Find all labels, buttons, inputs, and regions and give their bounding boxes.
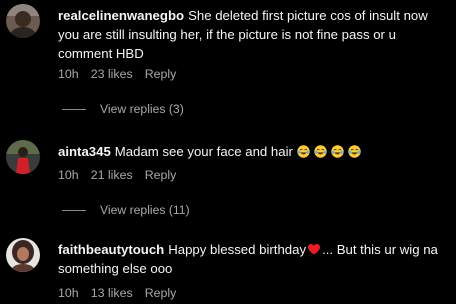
view-replies-button[interactable]: View replies (11) [62,203,190,217]
face-with-tears-of-joy-icon [348,145,361,158]
comment-username[interactable]: realcelinenwanegbo [58,8,184,23]
comment-likes[interactable]: 21 likes [91,168,133,182]
red-heart-icon [308,244,321,255]
view-replies-label: View replies (11) [100,203,190,217]
view-replies-label: View replies (3) [100,102,184,116]
emoji-group [293,144,361,159]
avatar[interactable] [6,140,40,174]
comment-username[interactable]: ainta345 [58,144,111,159]
reply-button[interactable]: Reply [145,286,177,300]
comment-text: ainta345 Madam see your face and hair [58,142,450,161]
reply-button[interactable]: Reply [145,67,177,81]
comment-meta: 10h 23 likes Reply [58,67,176,81]
avatar-image [6,140,40,174]
face-with-tears-of-joy-icon [331,145,344,158]
avatar[interactable] [6,4,40,38]
view-replies-button[interactable]: View replies (3) [62,102,184,116]
comment-meta: 10h 21 likes Reply [58,168,176,182]
avatar-image [6,238,40,272]
divider-line [62,210,86,212]
comment-text: faithbeautytouch Happy blessed birthday..… [58,240,450,278]
comment-time: 10h [58,286,79,300]
comment-body: Madam see your face and hair [114,144,293,159]
comment-body-start: Happy blessed birthday [168,242,307,257]
comment-likes[interactable]: 23 likes [91,67,133,81]
face-with-tears-of-joy-icon [314,145,327,158]
reply-button[interactable]: Reply [145,168,177,182]
avatar-image [6,4,40,38]
comment-meta: 10h 13 likes Reply [58,286,176,300]
face-with-tears-of-joy-icon [297,145,310,158]
comment-time: 10h [58,168,79,182]
avatar[interactable] [6,238,40,272]
comment-text: realcelinenwanegbo She deleted first pict… [58,6,450,63]
comment-time: 10h [58,67,79,81]
comment-likes[interactable]: 13 likes [91,286,133,300]
divider-line [62,109,86,111]
comment-username[interactable]: faithbeautytouch [58,242,164,257]
